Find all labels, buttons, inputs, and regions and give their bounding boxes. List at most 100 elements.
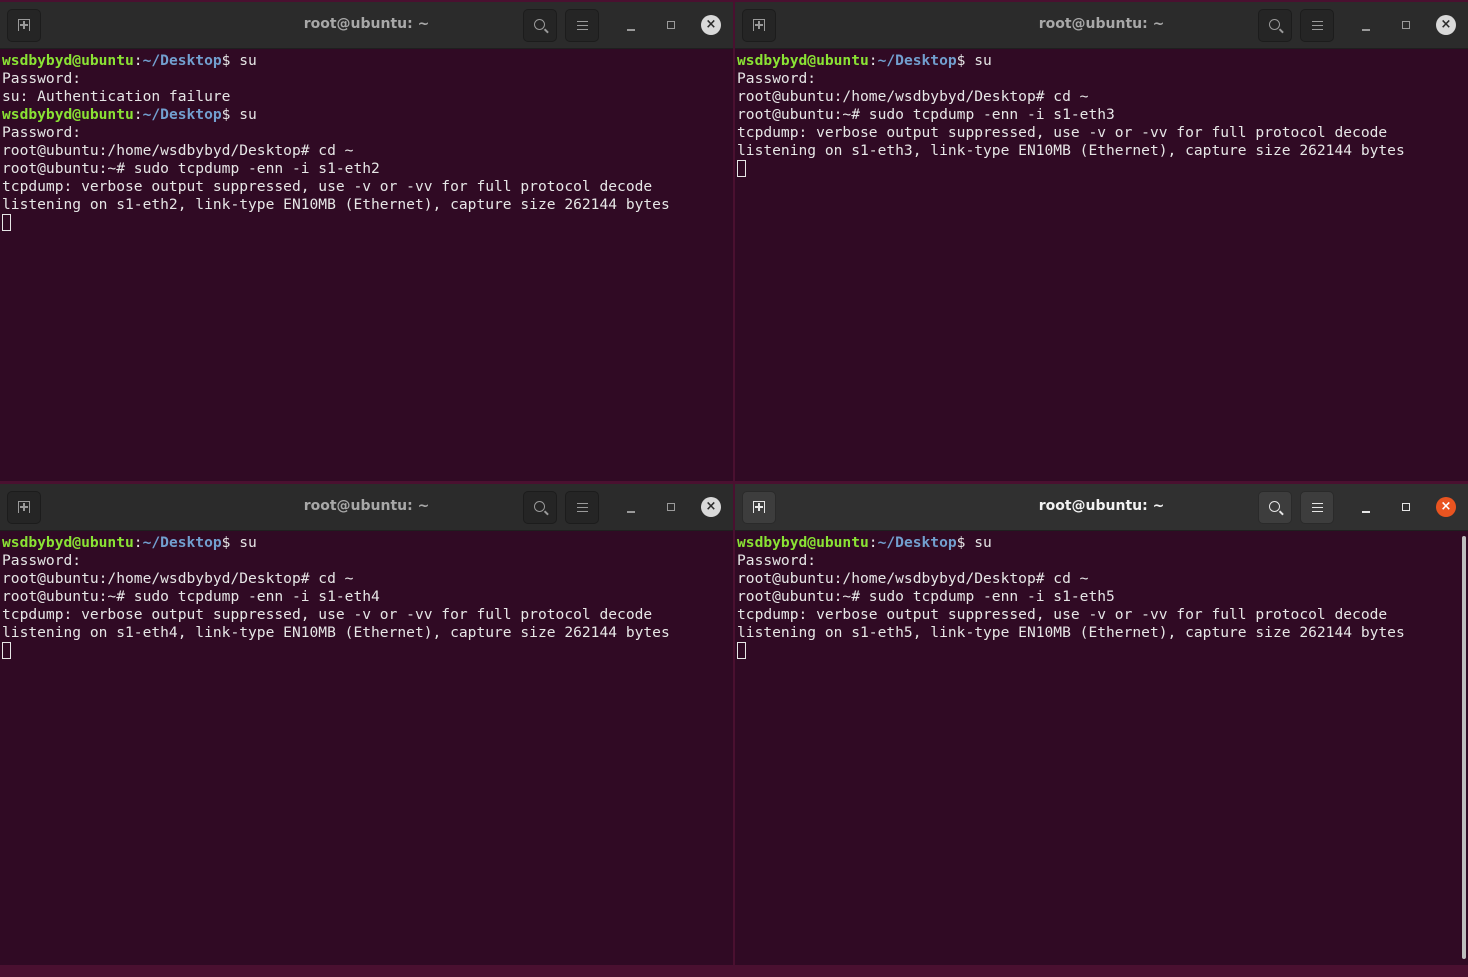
terminal-line: root@ubuntu:/home/wsdbybyd/Desktop# cd ~ <box>2 142 725 160</box>
terminal-line: Password: <box>737 70 1460 88</box>
search-button[interactable] <box>523 9 557 42</box>
menu-button[interactable] <box>565 9 599 42</box>
desktop: root@ubuntu: ~ × wsdbybyd@ubuntu:~/Desktop… <box>0 0 1468 977</box>
search-icon <box>1269 19 1280 30</box>
scrollbar[interactable] <box>1462 536 1466 959</box>
terminal-line: wsdbybyd@ubuntu:~/Desktop$ su <box>2 106 725 124</box>
prompt-separator: : <box>868 534 878 551</box>
terminal-line: root@ubuntu:~# sudo tcpdump -enn -i s1-e… <box>737 106 1460 124</box>
cursor-line <box>737 160 1460 178</box>
minimize-icon <box>1362 511 1370 513</box>
line-text: $ su <box>221 106 257 123</box>
hamburger-menu-icon <box>577 21 588 30</box>
terminal-window-bottom-left[interactable]: root@ubuntu: ~ × wsdbybyd@ubuntu:~/Desktop… <box>0 484 733 965</box>
title-bar: root@ubuntu: ~ × <box>735 484 1468 531</box>
maximize-button[interactable] <box>1396 15 1416 35</box>
terminal-line: tcpdump: verbose output suppressed, use … <box>2 178 725 196</box>
line-text: root@ubuntu:~# sudo tcpdump -enn -i s1-e… <box>2 160 380 177</box>
terminal-line: tcpdump: verbose output suppressed, use … <box>2 606 725 624</box>
menu-button[interactable] <box>1300 9 1334 42</box>
line-text: root@ubuntu:~# sudo tcpdump -enn -i s1-e… <box>2 588 380 605</box>
terminal-line: root@ubuntu:/home/wsdbybyd/Desktop# cd ~ <box>2 570 725 588</box>
prompt-user: wsdbybyd@ubuntu <box>737 52 869 69</box>
line-text: root@ubuntu:/home/wsdbybyd/Desktop# cd ~ <box>737 88 1089 105</box>
prompt-path: ~/Desktop <box>142 106 222 123</box>
terminal-line: tcpdump: verbose output suppressed, use … <box>737 124 1460 142</box>
close-icon: × <box>1440 17 1452 32</box>
prompt-user: wsdbybyd@ubuntu <box>2 52 134 69</box>
minimize-button[interactable] <box>1356 497 1376 517</box>
terminal-window-bottom-right[interactable]: root@ubuntu: ~ × wsdbybyd@ubuntu:~/Desktop… <box>735 484 1468 965</box>
menu-button[interactable] <box>1300 491 1334 524</box>
line-text: root@ubuntu:/home/wsdbybyd/Desktop# cd ~ <box>2 570 354 587</box>
maximize-icon <box>1402 21 1410 29</box>
line-text: Password: <box>737 70 817 87</box>
search-button[interactable] <box>1258 491 1292 524</box>
line-text: tcpdump: verbose output suppressed, use … <box>2 178 653 195</box>
terminal-window-top-right[interactable]: root@ubuntu: ~ × wsdbybyd@ubuntu:~/Desktop… <box>735 2 1468 481</box>
line-text: Password: <box>2 70 82 87</box>
close-icon: × <box>705 17 717 32</box>
line-text: $ su <box>221 534 257 551</box>
minimize-button[interactable] <box>621 497 641 517</box>
line-text: Password: <box>737 552 817 569</box>
terminal-line: Password: <box>2 70 725 88</box>
maximize-button[interactable] <box>1396 497 1416 517</box>
minimize-button[interactable] <box>1356 15 1376 35</box>
line-text: listening on s1-eth2, link-type EN10MB (… <box>2 196 670 213</box>
terminal-line: Password: <box>2 552 725 570</box>
line-text: tcpdump: verbose output suppressed, use … <box>2 606 653 623</box>
terminal-line: root@ubuntu:~# sudo tcpdump -enn -i s1-e… <box>2 588 725 606</box>
line-text: Password: <box>2 552 82 569</box>
line-text: listening on s1-eth5, link-type EN10MB (… <box>737 624 1405 641</box>
line-text: $ su <box>956 52 992 69</box>
prompt-user: wsdbybyd@ubuntu <box>2 534 134 551</box>
terminal-line: listening on s1-eth5, link-type EN10MB (… <box>737 624 1460 642</box>
title-bar: root@ubuntu: ~ × <box>0 2 733 49</box>
minimize-button[interactable] <box>621 15 641 35</box>
terminal-output[interactable]: wsdbybyd@ubuntu:~/Desktop$ su Password: ro… <box>737 52 1460 481</box>
close-button[interactable]: × <box>701 497 721 517</box>
hamburger-menu-icon <box>1312 21 1323 30</box>
text-cursor <box>737 642 746 659</box>
terminal-line: Password: <box>2 124 725 142</box>
search-button[interactable] <box>523 491 557 524</box>
title-bar: root@ubuntu: ~ × <box>0 484 733 531</box>
close-button[interactable]: × <box>1436 497 1456 517</box>
terminal-line: listening on s1-eth4, link-type EN10MB (… <box>2 624 725 642</box>
search-icon <box>1269 501 1280 512</box>
terminal-output[interactable]: wsdbybyd@ubuntu:~/Desktop$ su Password: su… <box>2 52 725 481</box>
close-button[interactable]: × <box>701 15 721 35</box>
terminal-line: root@ubuntu:~# sudo tcpdump -enn -i s1-e… <box>737 588 1460 606</box>
terminal-output[interactable]: wsdbybyd@ubuntu:~/Desktop$ su Password: ro… <box>737 534 1460 965</box>
maximize-button[interactable] <box>661 15 681 35</box>
terminal-window-top-left[interactable]: root@ubuntu: ~ × wsdbybyd@ubuntu:~/Desktop… <box>0 2 733 481</box>
search-button[interactable] <box>1258 9 1292 42</box>
line-text: su: Authentication failure <box>2 88 231 105</box>
search-icon <box>534 19 545 30</box>
terminal-output[interactable]: wsdbybyd@ubuntu:~/Desktop$ su Password: ro… <box>2 534 725 965</box>
text-cursor <box>737 160 746 177</box>
prompt-path: ~/Desktop <box>877 534 957 551</box>
terminal-line: wsdbybyd@ubuntu:~/Desktop$ su <box>2 52 725 70</box>
close-button[interactable]: × <box>1436 15 1456 35</box>
cursor-line <box>2 642 725 660</box>
terminal-line: wsdbybyd@ubuntu:~/Desktop$ su <box>737 534 1460 552</box>
terminal-line: root@ubuntu:/home/wsdbybyd/Desktop# cd ~ <box>737 88 1460 106</box>
prompt-separator: : <box>133 52 143 69</box>
prompt-path: ~/Desktop <box>142 534 222 551</box>
prompt-separator: : <box>868 52 878 69</box>
terminal-line: root@ubuntu:/home/wsdbybyd/Desktop# cd ~ <box>737 570 1460 588</box>
search-icon <box>534 501 545 512</box>
minimize-icon <box>627 511 635 513</box>
line-text: root@ubuntu:~# sudo tcpdump -enn -i s1-e… <box>737 588 1115 605</box>
hamburger-menu-icon <box>577 503 588 512</box>
maximize-button[interactable] <box>661 497 681 517</box>
line-text: tcpdump: verbose output suppressed, use … <box>737 124 1388 141</box>
line-text: root@ubuntu:/home/wsdbybyd/Desktop# cd ~ <box>737 570 1089 587</box>
prompt-separator: : <box>133 534 143 551</box>
line-text: root@ubuntu:~# sudo tcpdump -enn -i s1-e… <box>737 106 1115 123</box>
menu-button[interactable] <box>565 491 599 524</box>
line-text: Password: <box>2 124 82 141</box>
prompt-user: wsdbybyd@ubuntu <box>737 534 869 551</box>
